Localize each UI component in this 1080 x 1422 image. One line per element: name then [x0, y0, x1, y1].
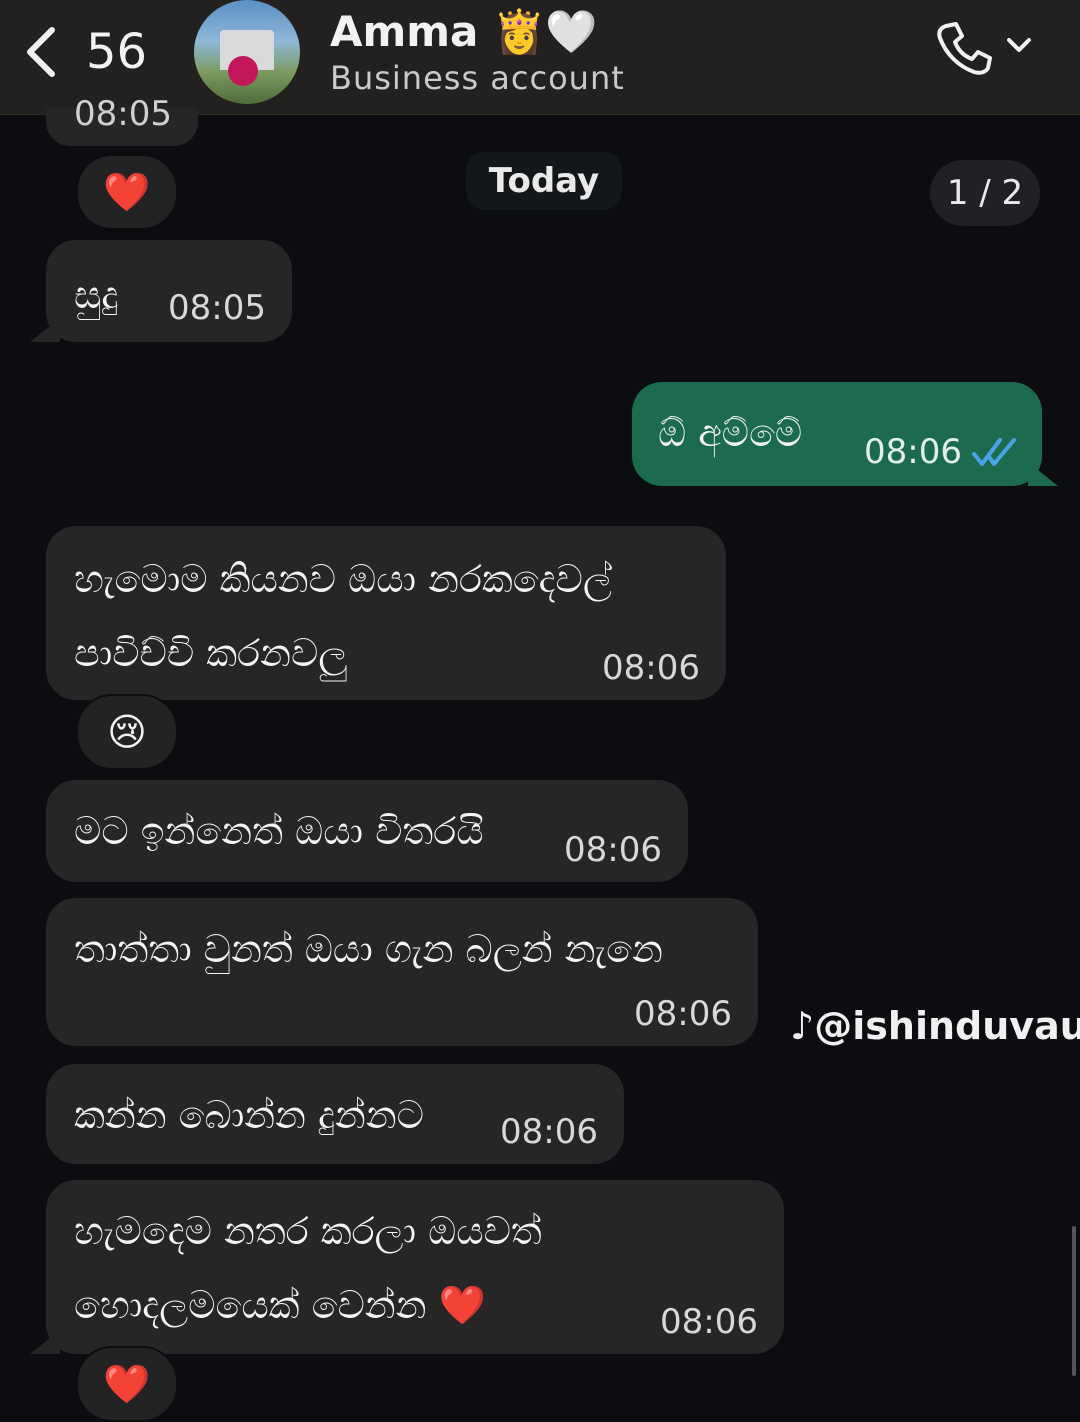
- avatar[interactable]: [194, 0, 300, 104]
- message-text: ඕ අම්මේ: [658, 411, 803, 455]
- message-bubble[interactable]: මට ඉන්නෙත් ඔයා විතරයි 08:06: [46, 780, 688, 882]
- unread-count[interactable]: 56: [86, 22, 147, 82]
- message-reaction[interactable]: ❤️: [76, 1346, 178, 1422]
- call-options-button[interactable]: [1004, 30, 1034, 60]
- phone-icon: [937, 22, 992, 75]
- message-text: සුදු: [74, 273, 119, 317]
- message-bubble-outgoing[interactable]: ඕ අම්මේ 08:06: [632, 382, 1042, 486]
- page-indicator[interactable]: 1 / 2: [930, 160, 1040, 226]
- message-time: 08:06: [864, 432, 962, 472]
- read-receipt-icon: [972, 438, 1016, 466]
- chevron-left-icon: [27, 27, 55, 77]
- message-bubble[interactable]: කන්න බොන්න දුන්නට 08:06: [46, 1064, 624, 1164]
- previous-message-partial: 08:05: [46, 94, 198, 146]
- message-bubble[interactable]: සුදු 08:05: [46, 240, 292, 342]
- message-time: 08:06: [500, 1112, 598, 1152]
- chevron-down-icon: [1007, 38, 1031, 52]
- contact-name[interactable]: Amma 👸🤍: [330, 6, 598, 58]
- message-time: 08:06: [634, 994, 732, 1034]
- call-button[interactable]: [934, 18, 994, 78]
- crying-face-reaction-icon: 😢: [107, 710, 147, 754]
- tiktok-note-icon: ♪: [790, 1004, 815, 1048]
- message-bubble[interactable]: තාත්තා වුනත් ඔයා ගැන බලන් නැනෙ 08:06: [46, 898, 758, 1046]
- message-text: හැමදෙම නතර කරලා ඔයවත් හොදලමයෙක් වෙන්න ❤️: [74, 1209, 542, 1327]
- message-time: 08:05: [168, 288, 266, 328]
- heart-reaction-icon: ❤️: [103, 1362, 151, 1406]
- contact-subtitle: Business account: [330, 59, 625, 97]
- message-text: කන්න බොන්න දුන්නට: [74, 1093, 424, 1137]
- message-time: 08:06: [564, 830, 662, 870]
- previous-message-time: 08:05: [74, 94, 172, 134]
- avatar-flowers-shape: [228, 56, 258, 86]
- scrollbar[interactable]: [1072, 1226, 1076, 1376]
- message-bubble[interactable]: හැමොම කියනව ඔයා නරකදෙවල් පාවිච්චි කරනවලු…: [46, 526, 726, 700]
- message-reaction[interactable]: ❤️: [76, 154, 178, 230]
- back-button[interactable]: [22, 22, 62, 82]
- message-text: හැමොම කියනව ඔයා නරකදෙවල් පාවිච්චි කරනවලු: [74, 557, 612, 675]
- watermark-handle: @ishinduvauu: [814, 1004, 1080, 1048]
- watermark: ♪@ishinduvauu: [790, 1004, 1080, 1048]
- message-time: 08:06: [602, 648, 700, 688]
- message-text: තාත්තා වුනත් ඔයා ගැන බලන් නැනෙ: [74, 927, 663, 971]
- message-text: මට ඉන්නෙත් ඔයා විතරයි: [74, 809, 484, 853]
- date-divider: Today: [466, 152, 622, 210]
- contact-name-text: Amma: [330, 7, 479, 56]
- message-bubble[interactable]: හැමදෙම නතර කරලා ඔයවත් හොදලමයෙක් වෙන්න ❤️…: [46, 1180, 784, 1354]
- heart-reaction-icon: ❤️: [103, 170, 151, 214]
- message-time: 08:06: [660, 1302, 758, 1342]
- contact-name-emojis: 👸🤍: [493, 7, 598, 56]
- message-reaction[interactable]: 😢: [76, 694, 178, 770]
